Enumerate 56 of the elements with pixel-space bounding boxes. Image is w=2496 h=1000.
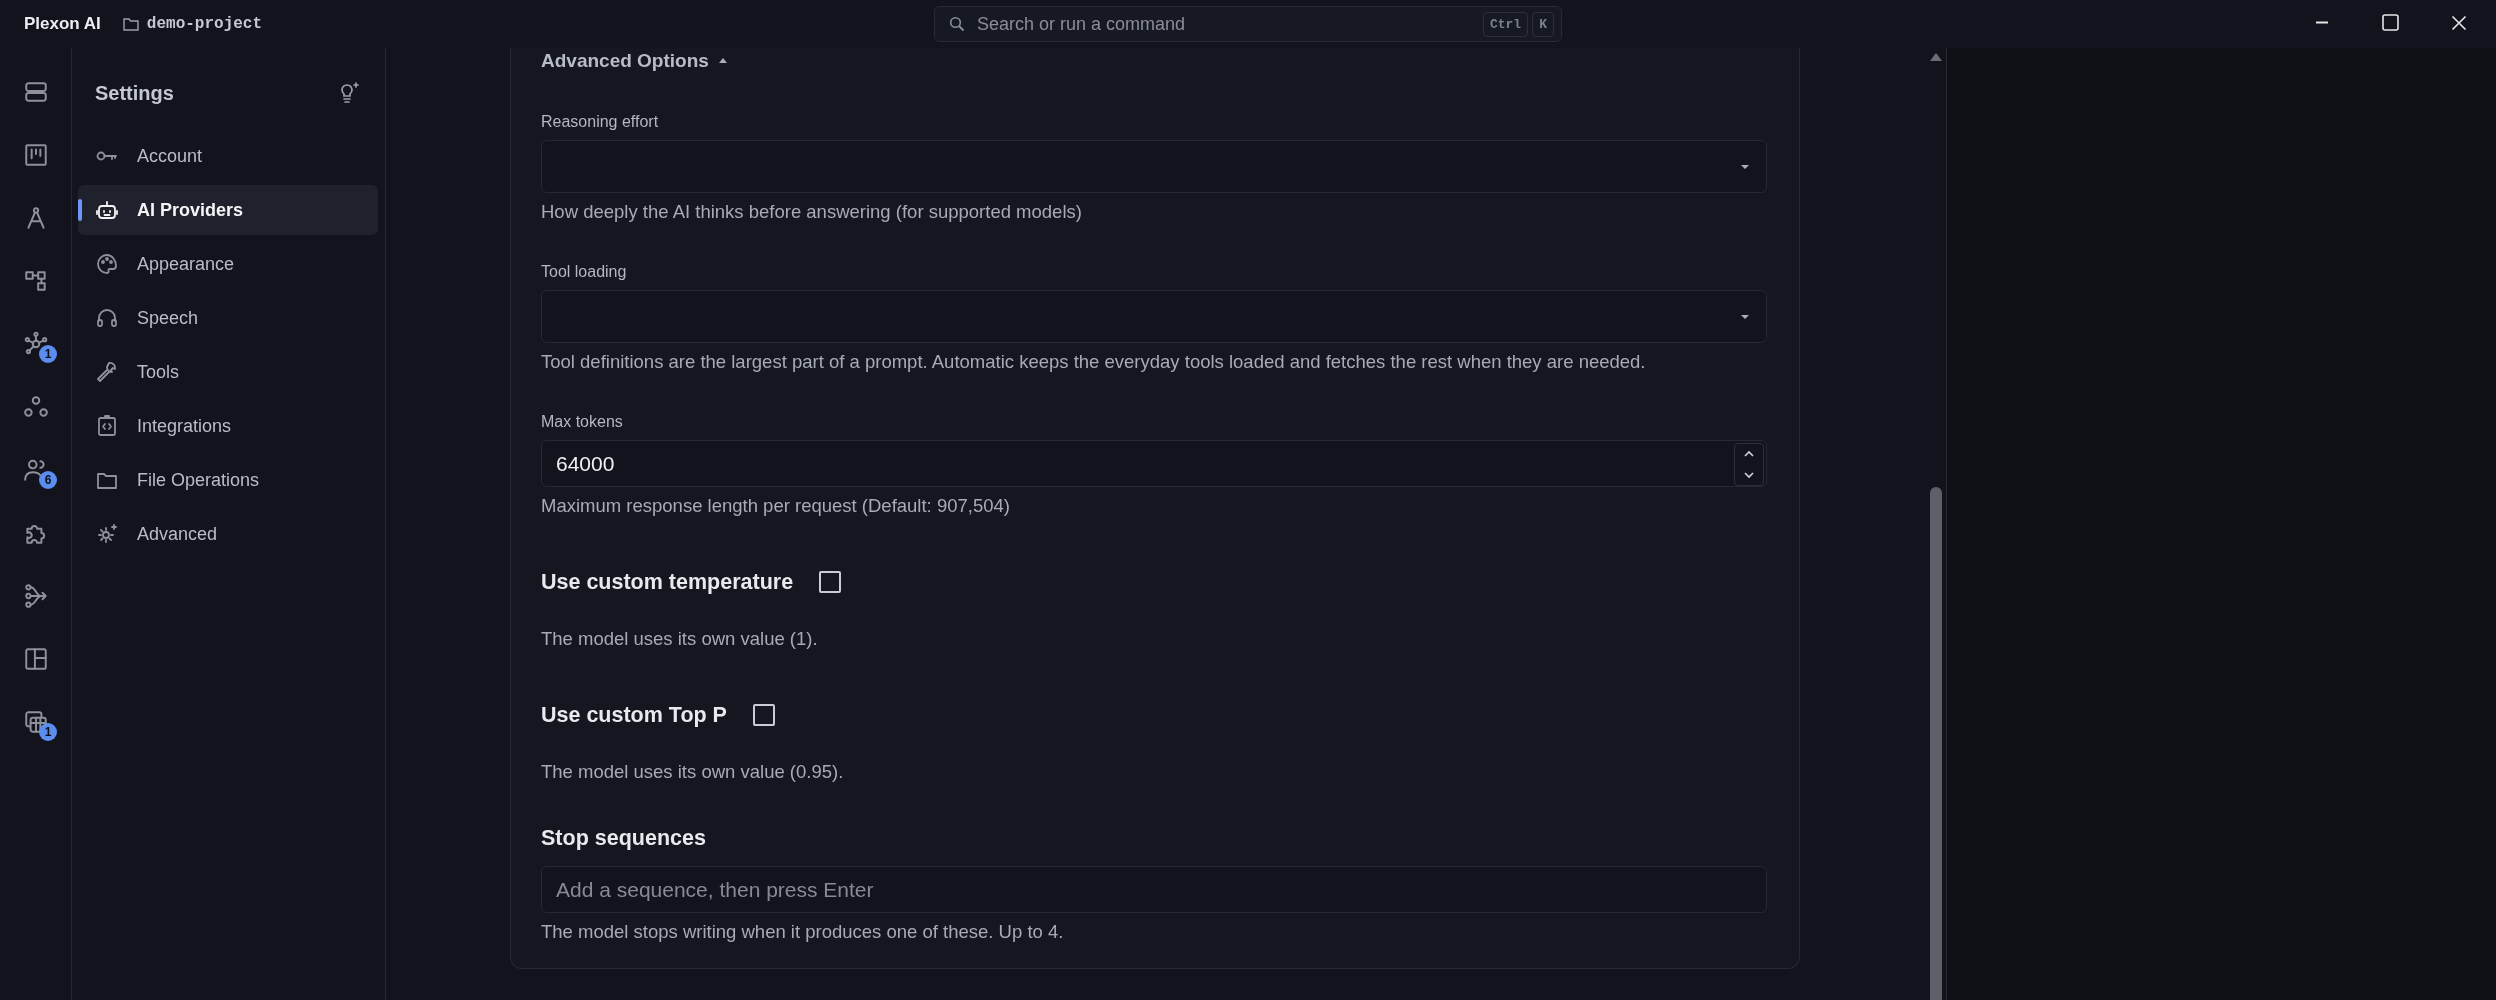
chevron-down-icon <box>1743 470 1755 479</box>
chevron-up-icon <box>1743 450 1755 459</box>
caret-icon <box>1740 163 1750 170</box>
option-title: Use custom temperature <box>541 569 794 595</box>
wrench-icon <box>95 360 119 384</box>
scroll-up-icon[interactable] <box>1929 52 1943 62</box>
settings-nav-item[interactable]: File Operations <box>78 455 378 505</box>
input-field[interactable]: Add a sequence, then press Enter <box>541 866 1767 913</box>
minimize-icon[interactable] <box>2316 21 2330 24</box>
field-label: Max tokens <box>541 412 624 432</box>
circles-icon[interactable] <box>22 393 49 420</box>
caret-icon <box>1740 313 1750 320</box>
settings-nav-item[interactable]: Account <box>78 131 378 181</box>
field-label: Reasoning effort <box>541 112 660 132</box>
settings-nav-item[interactable]: Appearance <box>78 239 378 289</box>
headset-icon <box>95 306 119 330</box>
count-badge: 6 <box>39 471 57 489</box>
settings-title: Settings <box>95 81 174 105</box>
layout-icon[interactable] <box>22 645 49 672</box>
project-name: demo-project <box>146 15 263 33</box>
option-title: Stop sequences <box>541 825 707 851</box>
caret-icon <box>717 57 728 65</box>
board-icon[interactable] <box>22 141 49 168</box>
count-badge: 1 <box>39 345 57 363</box>
help-text: How deeply the AI thinks before answering (for supported models) <box>541 200 1083 224</box>
settings-nav-item[interactable]: Advanced <box>78 509 378 559</box>
option-title: Use custom Top P <box>541 702 727 728</box>
scrollbar-thumb[interactable] <box>1930 487 1942 1000</box>
settings-nav-item[interactable]: Tools <box>78 347 378 397</box>
number-field[interactable]: 64000 <box>541 440 1767 487</box>
help-text: Maximum response length per request (Default: 907,504) <box>541 494 1011 518</box>
advanced-options-toggle[interactable]: Advanced Options <box>541 48 1767 74</box>
field-label: Tool loading <box>541 262 628 282</box>
help-text: The model uses its own value (0.95). <box>541 760 845 784</box>
settings-nav-item[interactable]: Speech <box>78 293 378 343</box>
checkbox[interactable] <box>819 571 842 593</box>
help-text: The model uses its own value (1). <box>541 627 819 651</box>
search-icon <box>949 16 965 32</box>
count-badge: 1 <box>39 723 57 741</box>
robot-icon <box>95 198 119 222</box>
settings-nav-item[interactable]: AI Providers <box>78 185 378 235</box>
palette-icon <box>95 252 119 276</box>
checkbox[interactable] <box>752 704 775 726</box>
folder-icon <box>122 17 139 31</box>
shortcut-key: Ctrl <box>1482 12 1529 37</box>
shortcut-key: K <box>1532 12 1554 37</box>
maximize-icon[interactable] <box>2382 14 2399 31</box>
fork-icon[interactable] <box>22 582 49 609</box>
settings-nav-item[interactable]: Integrations <box>78 401 378 451</box>
help-text: Tool definitions are the largest part of a prompt. Automatic keeps the everyday tools loaded and fetches the rest when they are needed. <box>541 350 1647 374</box>
code-icon <box>95 414 119 438</box>
spinner[interactable] <box>1734 443 1764 486</box>
help-text: The model stops writing when it produces one of these. Up to 4. <box>541 920 1065 944</box>
close-icon[interactable] <box>2451 14 2467 31</box>
network-icon[interactable] <box>22 330 49 357</box>
app-name: Plexon AI <box>24 14 101 34</box>
